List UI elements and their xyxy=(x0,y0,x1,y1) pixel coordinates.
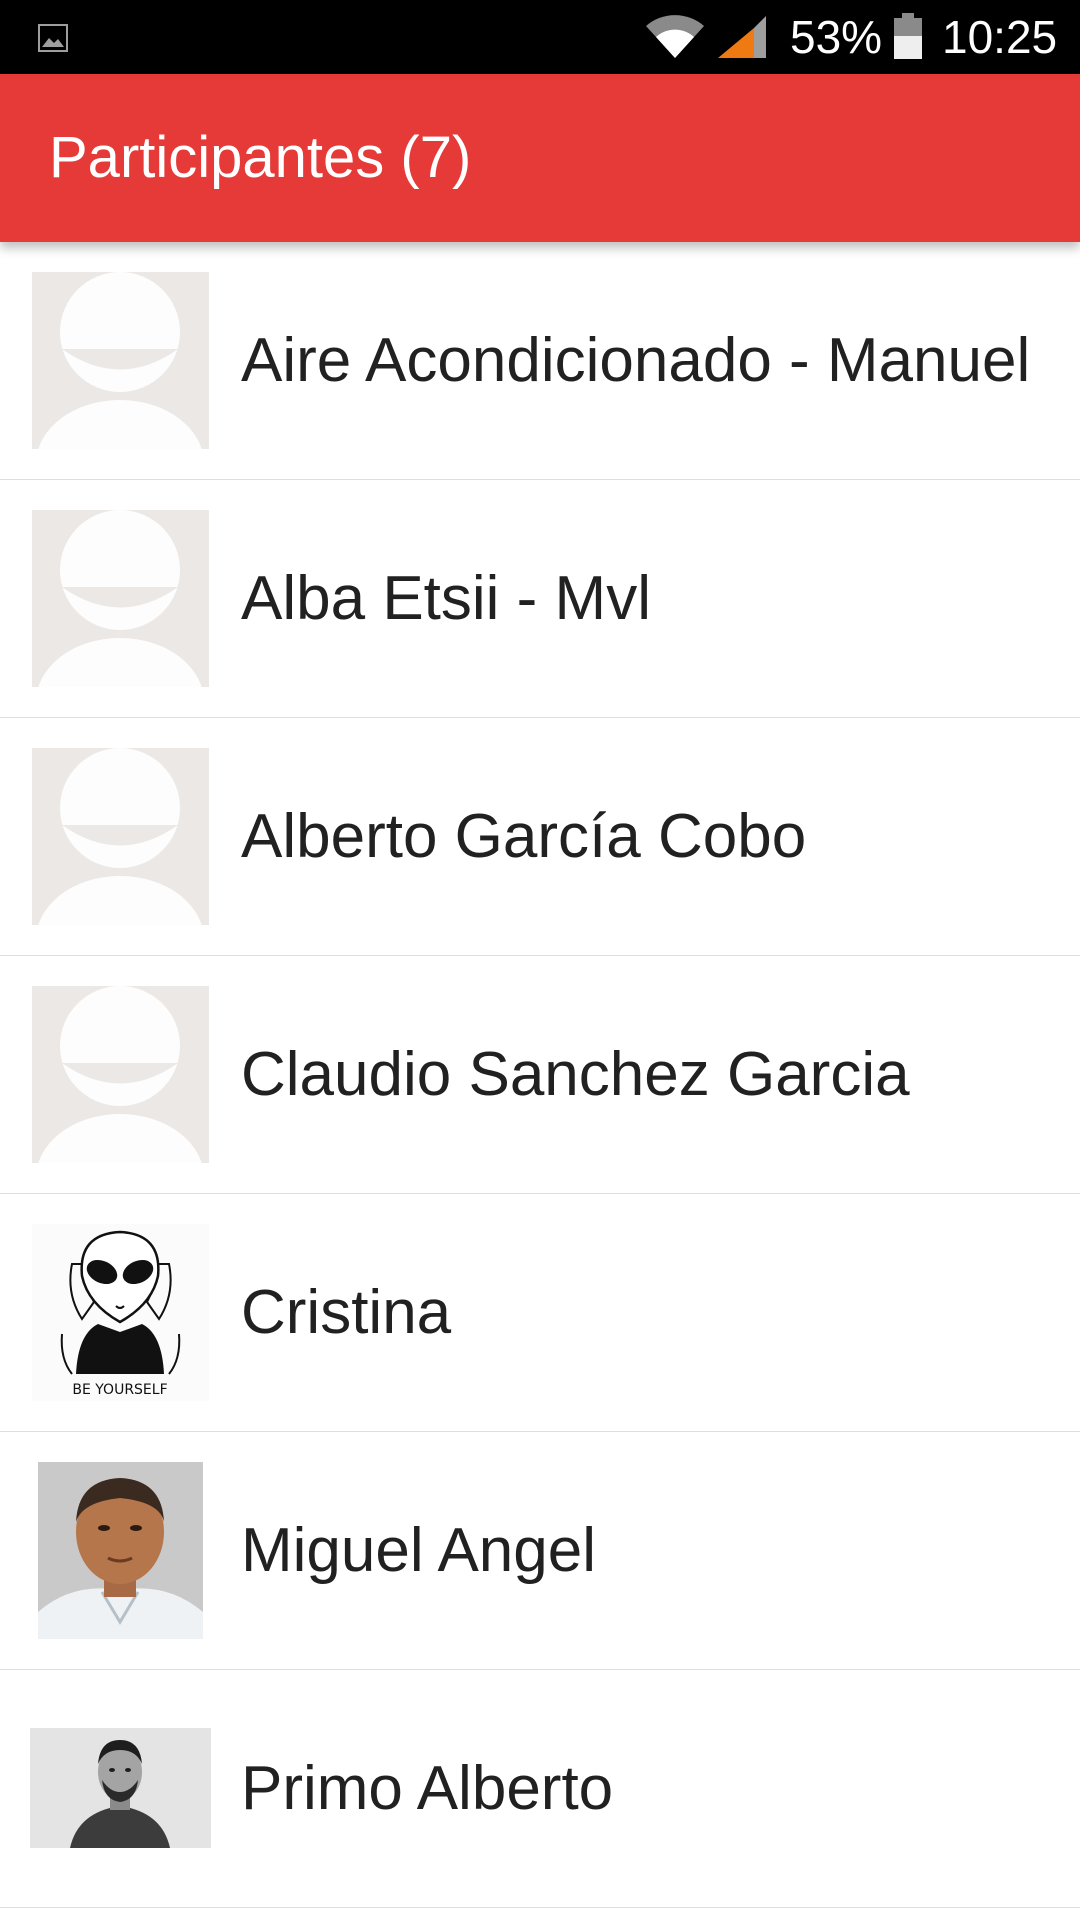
battery-percent: 53% xyxy=(790,11,883,63)
participant-name: Cristina xyxy=(241,1278,452,1347)
page-title: Participantes (7) xyxy=(49,125,472,190)
wifi-icon xyxy=(646,15,704,58)
list-item[interactable]: Aire Acondicionado - Manuel xyxy=(0,242,1080,480)
participant-name: Alberto García Cobo xyxy=(241,802,807,871)
participant-name: Aire Acondicionado - Manuel xyxy=(241,326,1031,395)
list-item[interactable]: BE YOURSELF Cristina xyxy=(0,1194,1080,1432)
list-item[interactable]: Claudio Sanchez Garcia xyxy=(0,956,1080,1194)
cell-signal-icon xyxy=(718,16,766,58)
default-avatar-icon xyxy=(32,986,209,1163)
status-bar: 53% 10:25 xyxy=(0,0,1080,74)
alien-avatar-icon: BE YOURSELF xyxy=(32,1224,209,1401)
avatar-caption: BE YOURSELF xyxy=(72,1382,167,1398)
default-avatar-icon xyxy=(32,510,209,687)
clock: 10:25 xyxy=(942,11,1058,63)
default-avatar-icon xyxy=(32,272,209,449)
photo-avatar-icon xyxy=(32,1462,209,1639)
list-item[interactable]: Miguel Angel xyxy=(0,1432,1080,1670)
list-item[interactable]: Alberto García Cobo xyxy=(0,718,1080,956)
battery-icon xyxy=(894,13,922,59)
participant-name: Miguel Angel xyxy=(241,1516,597,1585)
gallery-icon xyxy=(38,24,68,52)
participants-list[interactable]: Aire Acondicionado - Manuel Alba Etsii -… xyxy=(0,242,1080,1920)
participant-name: Claudio Sanchez Garcia xyxy=(241,1040,910,1109)
list-item[interactable]: Alba Etsii - Mvl xyxy=(0,480,1080,718)
participant-name: Primo Alberto xyxy=(241,1754,614,1823)
participant-name: Alba Etsii - Mvl xyxy=(241,564,651,633)
photo-bw-avatar-icon xyxy=(30,1700,211,1877)
app-bar: Participantes (7) xyxy=(0,74,1080,242)
default-avatar-icon xyxy=(32,748,209,925)
list-item[interactable]: Primo Alberto xyxy=(0,1670,1080,1908)
